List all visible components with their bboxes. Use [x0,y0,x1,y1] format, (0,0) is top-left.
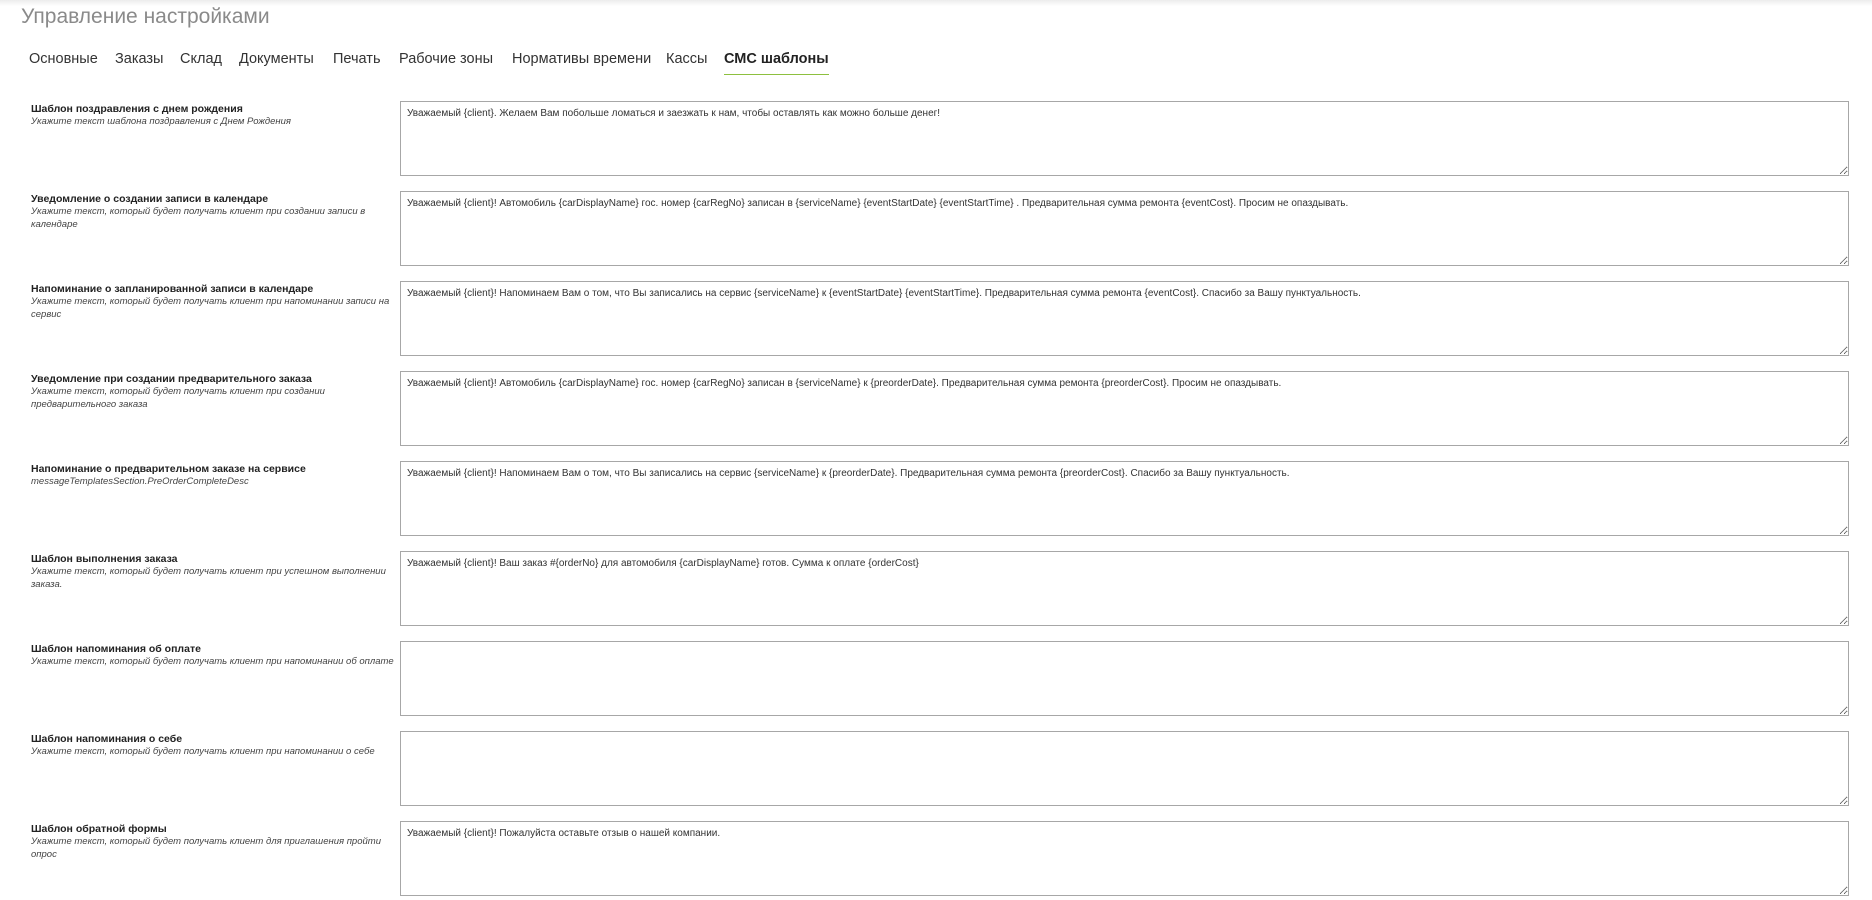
tab-warehouse[interactable]: Склад [180,44,222,74]
template-title: Шаблон поздравления с днем рождения [31,103,243,115]
template-title: Шаблон напоминания о себе [31,733,183,745]
template-title: Напоминание о запланированной записи в к… [31,283,314,295]
template-payment-reminder-input[interactable] [400,641,1849,716]
template-description: Укажите текст, который будет получать кл… [31,296,390,320]
tab-basic[interactable]: Основные [29,44,98,74]
template-description: Укажите текст, который будет получать кл… [31,386,325,410]
tab-orders[interactable]: Заказы [115,44,163,74]
template-row-calendar-reminder: Напоминание о запланированной записи в к… [0,280,1872,360]
template-description: Укажите текст шаблона поздравления с Дне… [31,116,292,127]
template-order-complete-input[interactable]: Уважаемый {client}! Ваш заказ #{orderNo}… [400,551,1849,626]
template-label: Шаблон выполнения заказа Укажите текст, … [31,553,396,591]
template-label: Напоминание о предварительном заказе на … [31,463,396,489]
template-row-preorder-reminder: Напоминание о предварительном заказе на … [0,460,1872,540]
template-description: Укажите текст, который будет получать кл… [31,566,386,590]
template-title: Уведомление при создании предварительног… [31,373,312,385]
template-description: Укажите текст, который будет получать кл… [31,656,394,667]
template-label: Напоминание о запланированной записи в к… [31,283,396,321]
tab-time-norms[interactable]: Нормативы времени [512,44,651,74]
template-title: Шаблон выполнения заказа [31,553,178,565]
tab-documents[interactable]: Документы [239,44,314,74]
tab-cash-registers[interactable]: Кассы [666,44,707,74]
template-calendar-reminder-input[interactable]: Уважаемый {client}! Напоминаем Вам о том… [400,281,1849,356]
template-calendar-created-input[interactable]: Уважаемый {client}! Автомобиль {carDispl… [400,191,1849,266]
template-row-preorder-created: Уведомление при создании предварительног… [0,370,1872,450]
template-preorder-created-input[interactable]: Уважаемый {client}! Автомобиль {carDispl… [400,371,1849,446]
template-row-birthday: Шаблон поздравления с днем рождения Укаж… [0,100,1872,180]
template-label: Шаблон напоминания об оплате Укажите тек… [31,643,396,669]
template-label: Уведомление о создании записи в календар… [31,193,396,231]
template-row-self-reminder: Шаблон напоминания о себе Укажите текст,… [0,730,1872,810]
tab-sms-templates[interactable]: СМС шаблоны [724,44,829,75]
template-label: Шаблон напоминания о себе Укажите текст,… [31,733,396,759]
template-row-calendar-created: Уведомление о создании записи в календар… [0,190,1872,270]
template-description: Укажите текст, который будет получать кл… [31,836,381,860]
template-description: Укажите текст, который будет получать кл… [31,746,375,757]
template-self-reminder-input[interactable] [400,731,1849,806]
template-birthday-input[interactable]: Уважаемый {client}. Желаем Вам побольше … [400,101,1849,176]
template-label: Шаблон обратной формы Укажите текст, кот… [31,823,396,861]
template-row-payment-reminder: Шаблон напоминания об оплате Укажите тек… [0,640,1872,720]
template-label: Шаблон поздравления с днем рождения Укаж… [31,103,396,129]
template-title: Уведомление о создании записи в календар… [31,193,269,205]
template-row-order-complete: Шаблон выполнения заказа Укажите текст, … [0,550,1872,630]
page-title: Управление настройками [21,5,270,28]
template-title: Шаблон напоминания об оплате [31,643,201,655]
settings-tabs: Основные Заказы Склад Документы Печать Р… [0,44,1872,78]
tab-print[interactable]: Печать [333,44,381,74]
template-label: Уведомление при создании предварительног… [31,373,396,411]
template-description: Укажите текст, который будет получать кл… [31,206,366,230]
template-title: Шаблон обратной формы [31,823,167,835]
template-title: Напоминание о предварительном заказе на … [31,463,306,475]
template-description: messageTemplatesSection.PreOrderComplete… [31,476,249,487]
top-shadow [0,0,1872,6]
template-preorder-reminder-input[interactable]: Уважаемый {client}! Напоминаем Вам о том… [400,461,1849,536]
tab-work-zones[interactable]: Рабочие зоны [399,44,493,74]
template-feedback-input[interactable]: Уважаемый {client}! Пожалуйста оставьте … [400,821,1849,896]
template-row-feedback: Шаблон обратной формы Укажите текст, кот… [0,820,1872,900]
